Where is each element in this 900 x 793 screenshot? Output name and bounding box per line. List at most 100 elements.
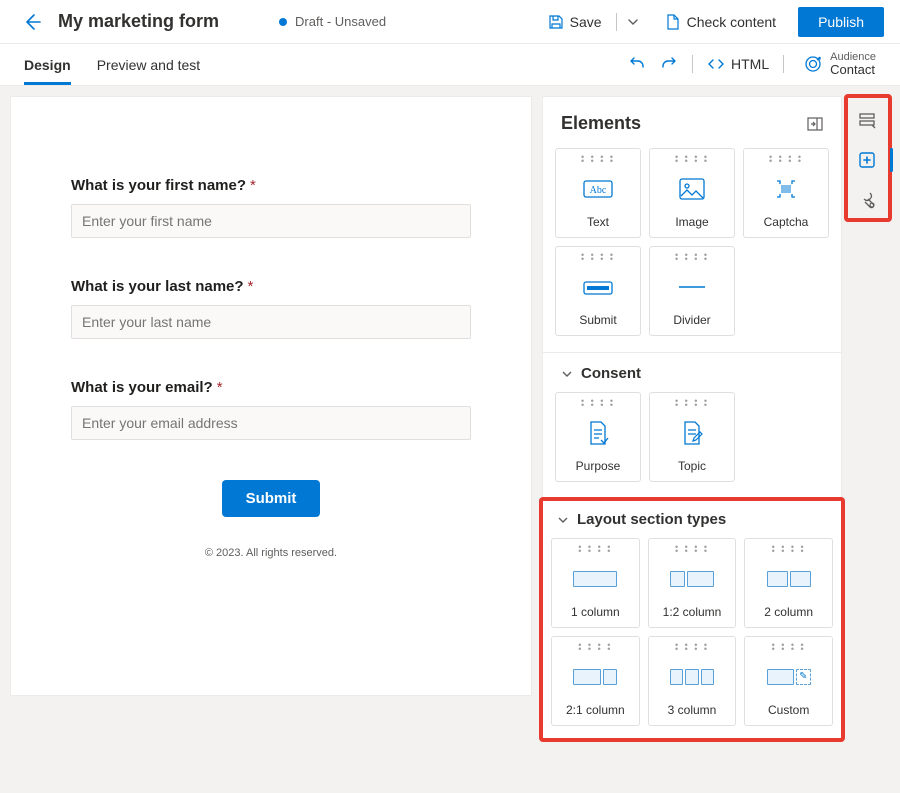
email-input[interactable] xyxy=(71,406,471,440)
save-chevron[interactable] xyxy=(621,10,645,34)
topic-icon xyxy=(681,407,703,459)
element-captcha[interactable]: • • • •• • • • Captcha xyxy=(743,148,829,238)
element-image[interactable]: • • • •• • • • Image xyxy=(649,148,735,238)
separator xyxy=(692,55,693,73)
audience-value: Contact xyxy=(830,63,876,77)
save-button[interactable]: Save xyxy=(538,8,612,36)
grip-icon: • • • •• • • • xyxy=(675,643,709,651)
topbar-actions: Save Check content Publish xyxy=(538,7,884,37)
form-field-last-name[interactable]: What is your last name?* xyxy=(71,278,471,339)
chevron-down-icon xyxy=(557,514,569,526)
html-label: HTML xyxy=(731,56,769,72)
layout-highlight: Layout section types • • • •• • • • 1 co… xyxy=(539,497,845,742)
redo-button[interactable] xyxy=(660,55,678,73)
collapse-icon xyxy=(807,117,823,131)
last-name-input[interactable] xyxy=(71,305,471,339)
fields-tool[interactable] xyxy=(851,102,883,138)
element-label: Submit xyxy=(579,313,616,335)
undo-icon xyxy=(628,55,646,73)
required-icon: * xyxy=(217,379,223,396)
target-icon xyxy=(804,55,822,73)
fields-icon xyxy=(858,111,876,129)
element-label: 3 column xyxy=(668,703,717,725)
layout-3-column[interactable]: • • • •• • • • 3 column xyxy=(648,636,737,726)
captcha-icon xyxy=(773,163,799,215)
check-content-label: Check content xyxy=(687,14,777,30)
element-label: Custom xyxy=(768,703,809,725)
check-content-button[interactable]: Check content xyxy=(655,8,787,36)
form-submit-button[interactable]: Submit xyxy=(222,480,321,517)
element-purpose[interactable]: • • • •• • • • Purpose xyxy=(555,392,641,482)
redo-icon xyxy=(660,55,678,73)
element-topic[interactable]: • • • •• • • • Topic xyxy=(649,392,735,482)
elements-tool[interactable] xyxy=(851,142,883,178)
publish-button[interactable]: Publish xyxy=(798,7,884,37)
grip-icon: • • • •• • • • xyxy=(578,545,612,553)
form-footer: © 2023. All rights reserved. xyxy=(71,547,471,559)
grip-icon: • • • •• • • • xyxy=(581,253,615,261)
back-button[interactable] xyxy=(22,12,42,32)
consent-title: Consent xyxy=(581,365,641,382)
divider-icon xyxy=(677,261,707,313)
separator xyxy=(616,13,617,31)
grip-icon: • • • •• • • • xyxy=(769,155,803,163)
grip-icon: • • • •• • • • xyxy=(581,399,615,407)
element-label: Image xyxy=(675,215,708,237)
first-name-input[interactable] xyxy=(71,204,471,238)
elements-panel: Elements • • • •• • • • Abc Text xyxy=(542,96,842,741)
page-title: My marketing form xyxy=(58,11,219,32)
separator xyxy=(783,55,784,73)
layout-section-header[interactable]: Layout section types xyxy=(551,503,833,528)
check-content-icon xyxy=(665,14,681,30)
required-icon: * xyxy=(248,278,254,295)
purpose-icon xyxy=(587,407,609,459)
layout-1-column[interactable]: • • • •• • • • 1 column xyxy=(551,538,640,628)
layout-title: Layout section types xyxy=(577,511,726,528)
tabs: Design Preview and test xyxy=(24,44,200,85)
layout-custom[interactable]: • • • •• • • • Custom xyxy=(744,636,833,726)
field-label: What is your first name? xyxy=(71,177,246,194)
tab-preview[interactable]: Preview and test xyxy=(97,44,201,85)
layout-2-1-column[interactable]: • • • •• • • • 2:1 column xyxy=(551,636,640,726)
grip-icon: • • • •• • • • xyxy=(772,545,806,553)
second-bar: Design Preview and test HTML Audience Co… xyxy=(0,44,900,86)
element-text[interactable]: • • • •• • • • Abc Text xyxy=(555,148,641,238)
chevron-down-icon xyxy=(561,368,573,380)
element-divider[interactable]: • • • •• • • • Divider xyxy=(649,246,735,336)
status-text: Draft - Unsaved xyxy=(295,14,386,29)
field-label: What is your email? xyxy=(71,379,213,396)
form-field-first-name[interactable]: What is your first name?* xyxy=(71,177,471,238)
save-label: Save xyxy=(570,14,602,30)
image-icon xyxy=(679,163,705,215)
html-button[interactable]: HTML xyxy=(707,55,769,73)
styles-icon xyxy=(858,191,876,209)
layout-1-2-column[interactable]: • • • •• • • • 1:2 column xyxy=(648,538,737,628)
grip-icon: • • • •• • • • xyxy=(675,155,709,163)
grip-icon: • • • •• • • • xyxy=(675,399,709,407)
tab-design[interactable]: Design xyxy=(24,44,71,85)
panel-collapse-button[interactable] xyxy=(807,117,823,131)
status-badge: Draft - Unsaved xyxy=(279,14,386,29)
grip-icon: • • • •• • • • xyxy=(772,643,806,651)
publish-label: Publish xyxy=(818,14,864,30)
element-label: 1:2 column xyxy=(663,605,722,627)
chevron-down-icon xyxy=(627,16,639,28)
audience-selector[interactable]: Audience Contact xyxy=(804,51,876,77)
element-submit[interactable]: • • • •• • • • Submit xyxy=(555,246,641,336)
styles-tool[interactable] xyxy=(851,182,883,218)
tool-strip xyxy=(842,96,892,218)
grip-icon: • • • •• • • • xyxy=(675,545,709,553)
form-canvas[interactable]: What is your first name?* What is your l… xyxy=(10,96,532,696)
consent-section-header[interactable]: Consent xyxy=(543,352,841,382)
layout-2-column[interactable]: • • • •• • • • 2 column xyxy=(744,538,833,628)
grip-icon: • • • •• • • • xyxy=(675,253,709,261)
main-area: What is your first name?* What is your l… xyxy=(0,86,900,793)
form-field-email[interactable]: What is your email?* xyxy=(71,379,471,440)
code-icon xyxy=(707,55,725,73)
element-label: 2 column xyxy=(764,605,813,627)
element-label: 2:1 column xyxy=(566,703,625,725)
undo-button[interactable] xyxy=(628,55,646,73)
add-element-icon xyxy=(858,151,876,169)
element-label: Text xyxy=(587,215,609,237)
element-label: Topic xyxy=(678,459,706,481)
